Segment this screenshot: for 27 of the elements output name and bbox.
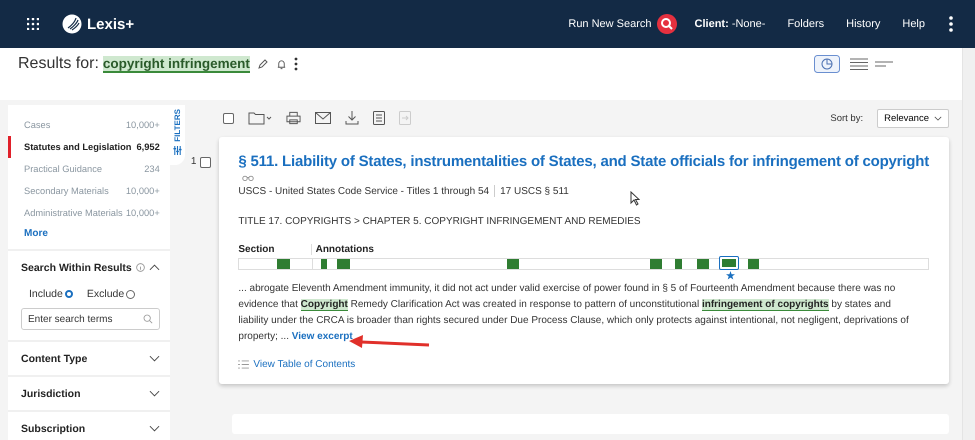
nav-link[interactable]: History xyxy=(846,18,880,30)
view-table-of-contents-link[interactable]: View Table of Contents xyxy=(253,359,356,370)
run-new-search-link[interactable]: Run New Search xyxy=(568,18,652,30)
view-excerpt-link[interactable]: View excerpt xyxy=(292,331,353,342)
category-item[interactable]: Statutes and Legislation 6,952 xyxy=(8,136,160,158)
map-label: Section xyxy=(238,244,312,255)
nav-link[interactable]: Folders xyxy=(787,18,824,30)
results-for-label: Results for: xyxy=(18,55,99,73)
sort-dropdown[interactable]: Relevance xyxy=(877,108,949,128)
search-query: copyright infringement xyxy=(102,56,250,72)
citation-text: 17 USCS § 511 xyxy=(500,186,569,196)
search-field[interactable]: Enter search terms xyxy=(21,308,160,330)
client-menu[interactable]: Client: -None- xyxy=(694,18,766,30)
filters-tab[interactable]: FILTERS xyxy=(170,105,185,165)
result-snippet: ... abrogate Eleventh Amendment immunity, it did not act under valid exercise of power found in § 5 of Fourteenth Amendment because there was no evidence that Copyright Remedy Clarification Act was created in response to pattern of unconstitutional infringement of copyrights by states and liability under the CRCA is broader than rights secured under Due Process Clause, which only protects against intentional, not negligent, deprivations of property; ... View excerpt xyxy=(238,282,910,344)
radio-option[interactable]: Include xyxy=(29,288,73,300)
brand-name: Lexis+ xyxy=(87,16,134,32)
nav-link[interactable]: Help xyxy=(902,18,925,30)
sort-label: Sort by: xyxy=(830,112,864,124)
more-link[interactable]: More xyxy=(24,228,160,239)
radio-option[interactable]: Exclude xyxy=(86,288,136,300)
result-number: 1 xyxy=(190,156,196,167)
result-title-link[interactable]: § 511. Liability of States, instrumentalities of States, and State officials for infringement of copyright xyxy=(238,153,929,170)
breadcrumb-path: TITLE 17. COPYRIGHTS > CHAPTER 5. COPYRIGHT INFRINGEMENT AND REMEDIES xyxy=(238,216,642,227)
source-text: USCS - United States Code Service - Titles 1 through 54 xyxy=(238,186,490,196)
section-header[interactable]: Search Within Results xyxy=(21,251,160,284)
map-label: Annotations xyxy=(316,244,374,255)
